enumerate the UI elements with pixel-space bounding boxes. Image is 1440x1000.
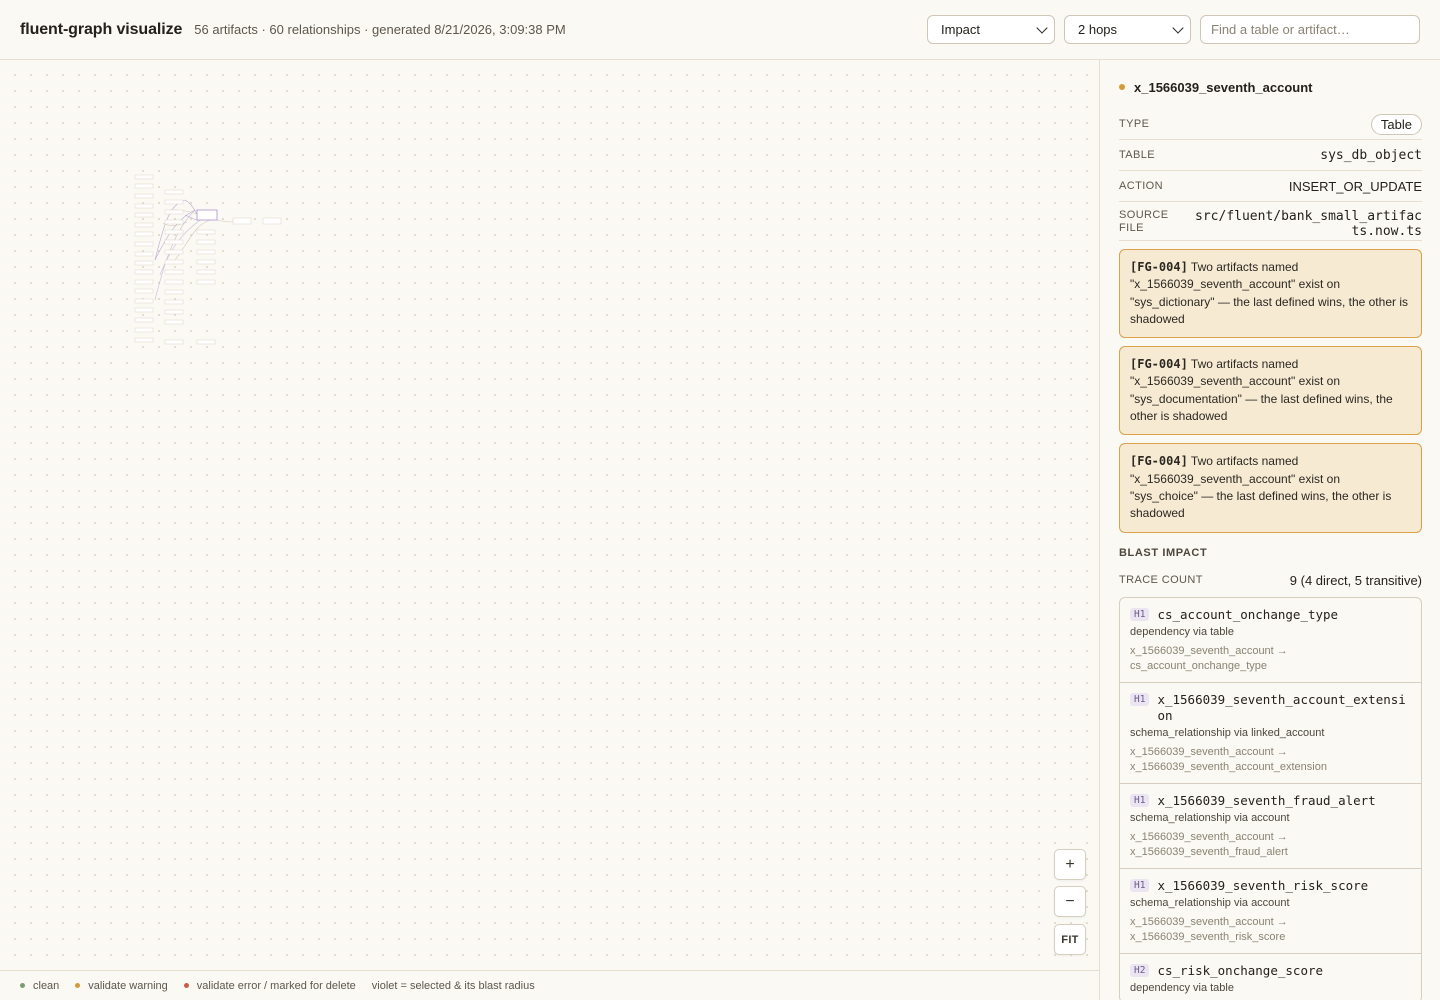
- panel-header: x_1566039_seventh_account: [1119, 78, 1422, 96]
- trace-item[interactable]: H1 x_1566039_seventh_risk_score schema_r…: [1120, 869, 1421, 954]
- app-title: fluent-graph visualize: [20, 20, 183, 38]
- graph-canvas[interactable]: + − FIT: [0, 60, 1100, 970]
- trace-path: x_1566039_seventh_account → x_1566039_se…: [1130, 915, 1288, 943]
- status-dot-icon: [75, 983, 81, 988]
- trace-path: x_1566039_seventh_account → x_1566039_se…: [1130, 745, 1327, 773]
- view-mode-value: Impact: [941, 22, 981, 37]
- trace-count-value: 9 (4 direct, 5 transitive): [1289, 572, 1422, 588]
- trace-path: x_1566039_seventh_account → x_1566039_se…: [1130, 830, 1288, 858]
- trace-count-row: TRACE COUNT 9 (4 direct, 5 transitive): [1119, 572, 1422, 589]
- hop-badge: H1: [1130, 793, 1150, 807]
- graph-summary: 56 artifacts · 60 relationships · genera…: [194, 22, 566, 37]
- warning-code: [FG-004]: [1130, 260, 1188, 274]
- hop-badge: H1: [1130, 607, 1150, 621]
- legend-item-error: validate error / marked for delete: [183, 979, 356, 992]
- prop-table-row: TABLE sys_db_object: [1119, 140, 1422, 171]
- trace-count-label: TRACE COUNT: [1119, 573, 1203, 586]
- prop-type-row: TYPE Table: [1119, 110, 1422, 140]
- hop-badge: H1: [1130, 692, 1150, 706]
- warning-code: [FG-004]: [1130, 357, 1188, 372]
- trace-list: H1 cs_account_onchange_type dependency v…: [1119, 596, 1422, 1000]
- legend-note: violet = selected & its blast radius: [371, 979, 535, 992]
- search-placeholder: Find a table or artifact…: [1211, 22, 1350, 37]
- hops-select[interactable]: 2 hops: [1064, 15, 1191, 44]
- trace-relationship: dependency via table: [1130, 981, 1234, 994]
- trace-name: x_1566039_seventh_risk_score: [1157, 877, 1369, 893]
- trace-path: x_1566039_seventh_account → cs_account_o…: [1130, 644, 1288, 672]
- warning-code: [FG-004]: [1130, 454, 1188, 469]
- hop-badge: H2: [1130, 963, 1150, 977]
- details-panel: x_1566039_seventh_account TYPE Table TAB…: [1101, 60, 1440, 1000]
- zoom-out-button[interactable]: −: [1054, 886, 1086, 917]
- prop-action-row: ACTION INSERT_OR_UPDATE: [1119, 171, 1422, 202]
- trace-relationship: schema_relationship via linked_account: [1130, 726, 1325, 739]
- prop-label: TABLE: [1119, 148, 1156, 161]
- trace-relationship: schema_relationship via account: [1130, 811, 1290, 824]
- source-file-value: src/fluent/bank_small_artifacts.now.ts: [1195, 209, 1422, 239]
- zoom-in-button[interactable]: +: [1054, 849, 1086, 880]
- legend-label: validate warning: [88, 979, 168, 992]
- trace-relationship: dependency via table: [1130, 625, 1234, 638]
- view-mode-select[interactable]: Impact: [927, 15, 1055, 44]
- trace-item[interactable]: H1 cs_account_onchange_type dependency v…: [1120, 598, 1421, 683]
- top-bar: fluent-graph visualize 56 artifacts · 60…: [0, 0, 1440, 60]
- trace-name: cs_account_onchange_type: [1157, 606, 1339, 622]
- status-dot-icon: [183, 983, 189, 988]
- prop-label: ACTION: [1119, 179, 1163, 192]
- status-dot-icon: [20, 983, 25, 988]
- status-dot-icon: [1119, 84, 1125, 90]
- prop-source-row: SOURCE FILE src/fluent/bank_small_artifa…: [1119, 202, 1422, 241]
- trace-name: x_1566039_seventh_account_extension: [1157, 691, 1406, 723]
- graph-minimap-nodes[interactable]: [125, 110, 295, 350]
- legend-label: validate error / marked for delete: [196, 979, 356, 992]
- prop-value: INSERT_OR_UPDATE: [1288, 178, 1422, 194]
- prop-label: SOURCE FILE: [1119, 209, 1169, 234]
- trace-name: x_1566039_seventh_fraud_alert: [1157, 792, 1376, 808]
- trace-relationship: schema_relationship via account: [1130, 896, 1290, 909]
- trace-item[interactable]: H1 x_1566039_seventh_fraud_alert schema_…: [1120, 784, 1421, 869]
- legend-item-warning: validate warning: [75, 980, 168, 992]
- fit-view-button[interactable]: FIT: [1054, 924, 1086, 955]
- hop-badge: H1: [1130, 878, 1150, 892]
- trace-name: cs_risk_onchange_score: [1157, 962, 1324, 978]
- chevron-down-icon: [1172, 22, 1184, 34]
- search-input[interactable]: Find a table or artifact…: [1200, 15, 1420, 44]
- validation-warning: [FG-004] Two artifacts named "x_1566039_…: [1119, 249, 1422, 339]
- trace-item[interactable]: H1 x_1566039_seventh_account_extension s…: [1120, 683, 1421, 784]
- legend-label: clean: [33, 979, 60, 992]
- trace-item[interactable]: H2 cs_risk_onchange_score dependency via…: [1120, 954, 1421, 1000]
- prop-value: sys_db_object: [1320, 147, 1422, 163]
- legend-item-clean: clean: [20, 980, 59, 992]
- blast-impact-heading: BLAST IMPACT: [1119, 546, 1208, 559]
- validation-warning: [FG-004] Two artifacts named "x_1566039_…: [1119, 443, 1422, 533]
- panel-title: x_1566039_seventh_account: [1134, 79, 1313, 95]
- type-badge: Table: [1370, 114, 1422, 135]
- validation-warning: [FG-004] Two artifacts named "x_1566039_…: [1119, 346, 1422, 436]
- chevron-down-icon: [1036, 22, 1048, 34]
- graph-nodes: [134, 174, 282, 345]
- toolbar-controls: Impact 2 hops Find a table or artifact…: [927, 15, 1420, 44]
- hops-value: 2 hops: [1078, 22, 1118, 37]
- prop-label: TYPE: [1119, 118, 1150, 130]
- legend-bar: clean validate warning validate error / …: [0, 970, 1100, 1000]
